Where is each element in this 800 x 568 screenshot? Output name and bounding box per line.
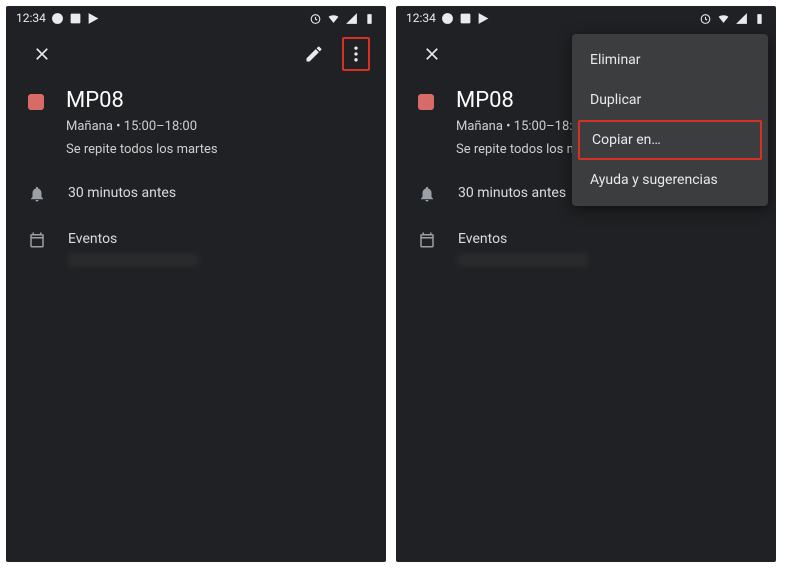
status-bar: 12:34 — [396, 6, 776, 30]
status-bar: 12:34 — [6, 6, 386, 30]
calendar-label: Eventos — [458, 231, 588, 247]
calendar-account-redacted — [458, 253, 588, 267]
close-button[interactable] — [22, 34, 62, 74]
calendar-row[interactable]: Eventos — [396, 217, 776, 281]
play-store-icon — [87, 12, 100, 25]
status-right — [309, 12, 376, 25]
menu-item-copy-to[interactable]: Copiar en… — [578, 120, 762, 160]
alarm-icon — [699, 12, 712, 25]
phone-screen-left: 12:34 MP08 Mañana • 15:00–18:00 Se r — [6, 6, 386, 562]
reminder-label: 30 minutos antes — [68, 185, 176, 201]
edit-button[interactable] — [294, 34, 334, 74]
bell-icon — [418, 185, 436, 203]
event-datetime: Mañana • 15:00–18:00 — [66, 118, 218, 136]
overflow-menu: Eliminar Duplicar Copiar en… Ayuda y sug… — [572, 34, 768, 206]
phone-screen-right: 12:34 MP08 Mañana • 15:00–18:00 Se repit… — [396, 6, 776, 562]
event-header: MP08 Mañana • 15:00–18:00 Se repite todo… — [6, 78, 386, 171]
event-recurrence: Se repite todos los martes — [66, 141, 218, 159]
spotify-icon — [441, 12, 454, 25]
reminder-label: 30 minutos antes — [458, 185, 566, 201]
event-color-chip — [28, 94, 44, 110]
picture-icon — [69, 12, 82, 25]
spotify-icon — [51, 12, 64, 25]
overflow-button[interactable] — [342, 37, 370, 71]
toolbar — [6, 30, 386, 78]
pencil-icon — [304, 44, 324, 64]
bell-icon — [28, 185, 46, 203]
status-left: 12:34 — [406, 11, 490, 25]
status-right — [699, 12, 766, 25]
status-time: 12:34 — [16, 11, 46, 25]
wifi-icon — [717, 12, 730, 25]
event-color-chip — [418, 94, 434, 110]
play-store-icon — [477, 12, 490, 25]
close-icon — [422, 44, 442, 64]
event-title: MP08 — [66, 88, 218, 114]
wifi-icon — [327, 12, 340, 25]
menu-item-duplicate[interactable]: Duplicar — [572, 80, 768, 120]
status-time: 12:34 — [406, 11, 436, 25]
battery-icon — [753, 12, 766, 25]
status-left: 12:34 — [16, 11, 100, 25]
signal-icon — [735, 12, 748, 25]
calendar-icon — [418, 231, 436, 249]
signal-icon — [345, 12, 358, 25]
calendar-icon — [28, 231, 46, 249]
picture-icon — [459, 12, 472, 25]
reminder-row[interactable]: 30 minutos antes — [6, 171, 386, 217]
alarm-icon — [309, 12, 322, 25]
menu-item-help[interactable]: Ayuda y sugerencias — [572, 160, 768, 200]
close-icon — [32, 44, 52, 64]
calendar-label: Eventos — [68, 231, 198, 247]
calendar-row[interactable]: Eventos — [6, 217, 386, 281]
close-button[interactable] — [412, 34, 452, 74]
calendar-account-redacted — [68, 253, 198, 267]
more-vert-icon — [346, 44, 366, 64]
menu-item-delete[interactable]: Eliminar — [572, 40, 768, 80]
battery-icon — [363, 12, 376, 25]
